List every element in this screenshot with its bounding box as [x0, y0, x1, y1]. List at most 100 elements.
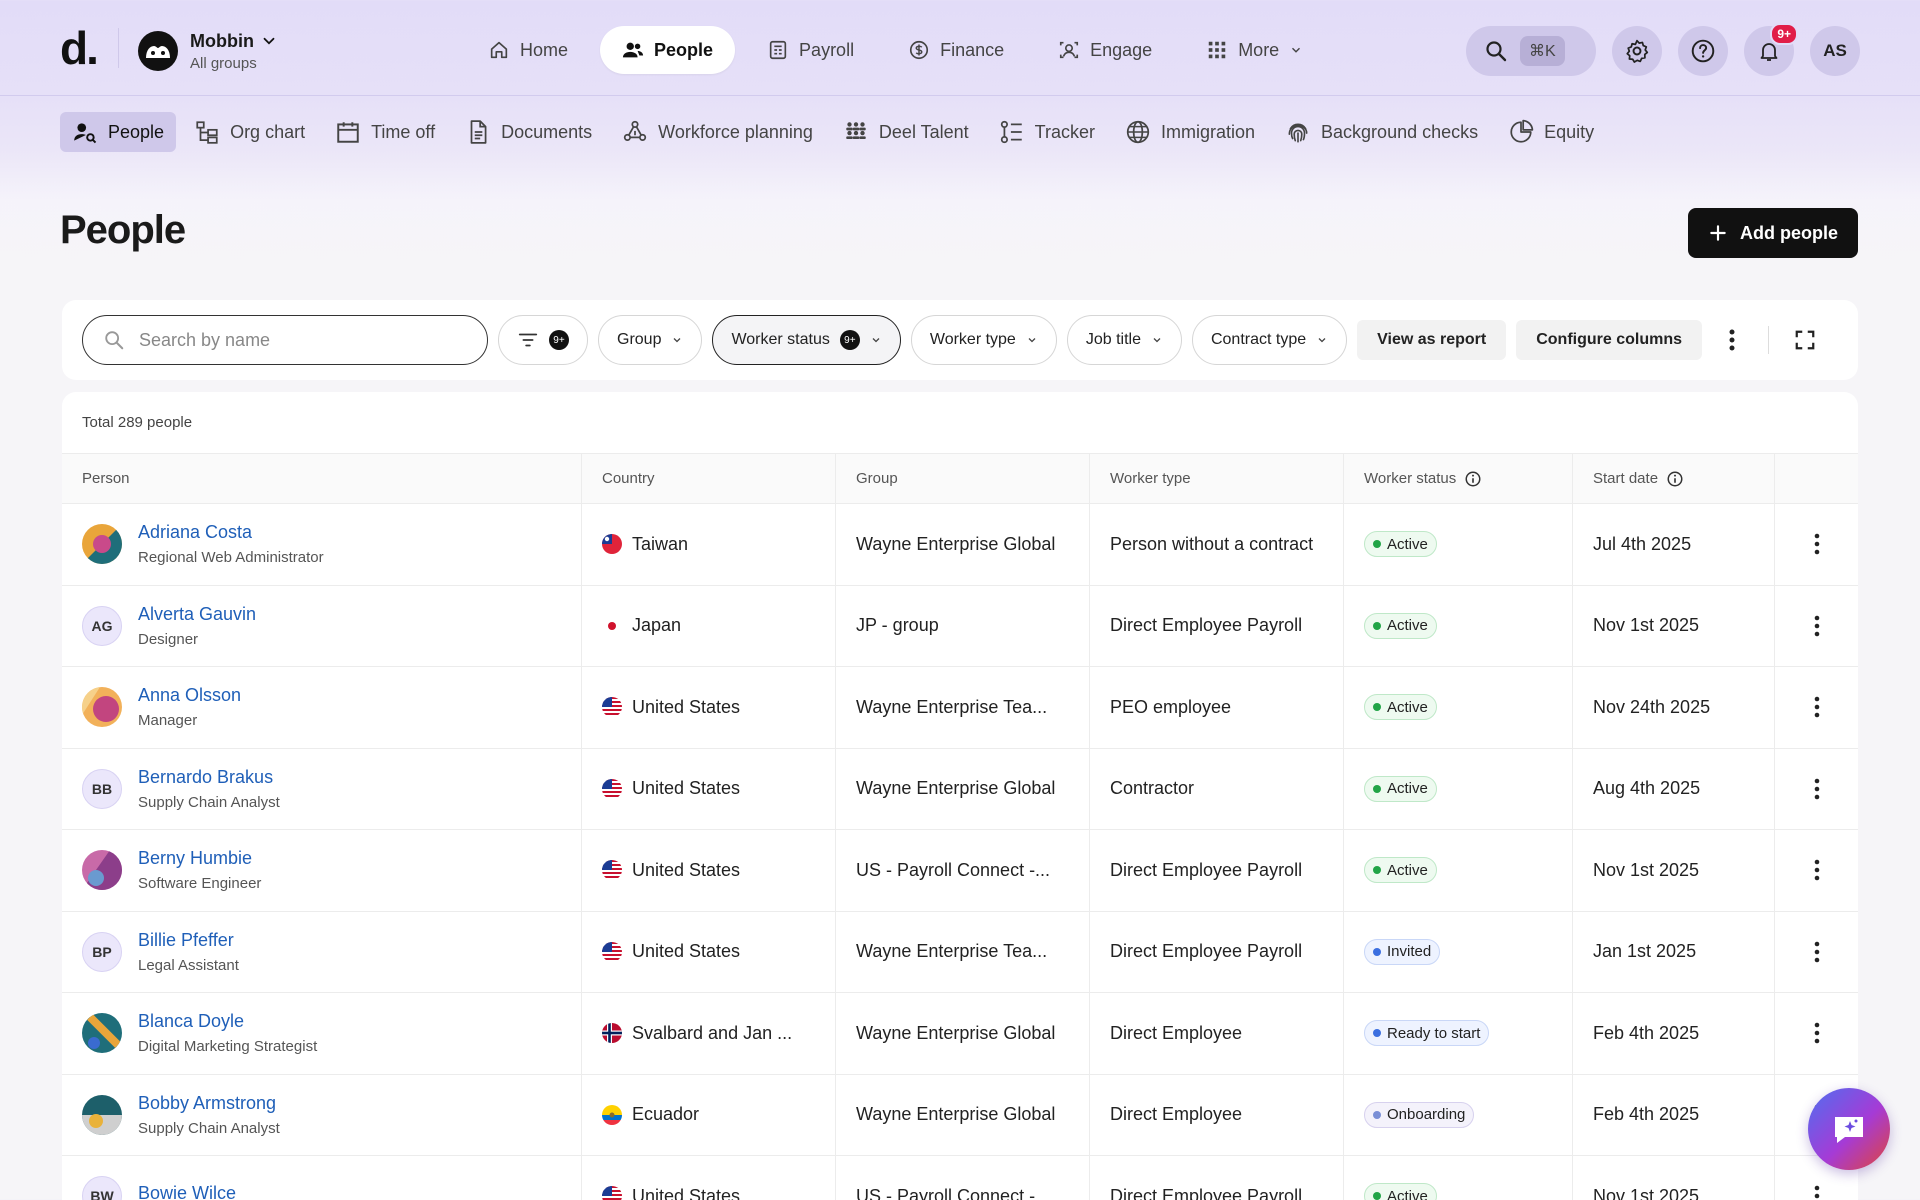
ai-assistant-button[interactable]: [1808, 1088, 1890, 1170]
avatar: [82, 1094, 122, 1135]
table-row[interactable]: BW Bowie Wilce United States US - Payrol…: [62, 1156, 1858, 1200]
subnav-documents[interactable]: Documents: [453, 112, 604, 152]
person-name-link[interactable]: Bowie Wilce: [138, 1183, 236, 1200]
column-header-country[interactable]: Country: [582, 454, 836, 503]
person-name-link[interactable]: Anna Olsson: [138, 685, 241, 706]
table-row[interactable]: Adriana Costa Regional Web Administrator…: [62, 504, 1858, 586]
table-row[interactable]: AG Alverta Gauvin Designer Japan JP - gr…: [62, 585, 1858, 667]
group-cell: Wayne Enterprise Global: [836, 748, 1090, 829]
person-job-title: Regional Web Administrator: [138, 549, 324, 567]
top-bar: d. Mobbin All groups Home People Payroll…: [0, 0, 1920, 96]
row-actions-button[interactable]: [1775, 830, 1858, 911]
worker-type-filter[interactable]: Worker type: [910, 315, 1057, 365]
status-badge: Active: [1364, 612, 1437, 639]
settings-button[interactable]: [1612, 26, 1662, 76]
subnav-time-off[interactable]: Time off: [323, 112, 447, 152]
nav-label: Engage: [1090, 39, 1153, 60]
nav-more[interactable]: More: [1184, 26, 1325, 74]
subnav-workforce-planning[interactable]: Workforce planning: [610, 112, 825, 152]
info-icon[interactable]: [1464, 470, 1482, 488]
avatar: BW: [82, 1176, 122, 1200]
row-actions-button[interactable]: [1775, 912, 1858, 993]
user-avatar-button[interactable]: AS: [1810, 26, 1860, 76]
fullscreen-button[interactable]: [1785, 320, 1825, 360]
table-row[interactable]: BB Bernardo Brakus Supply Chain Analyst …: [62, 748, 1858, 830]
contract-type-filter[interactable]: Contract type: [1191, 315, 1348, 365]
worker-status-cell: Active: [1344, 748, 1573, 829]
subnav-deel-talent[interactable]: Deel Talent: [831, 112, 981, 152]
worker-type-cell: Direct Employee Payroll: [1090, 585, 1344, 666]
subnav-label: Equity: [1544, 121, 1595, 142]
person-name-link[interactable]: Alverta Gauvin: [138, 604, 256, 625]
table-header: Person Country Group Worker type Worker …: [62, 454, 1858, 504]
help-button[interactable]: [1678, 26, 1728, 76]
table-row[interactable]: BP Billie Pfeffer Legal Assistant United…: [62, 911, 1858, 993]
nav-finance[interactable]: Finance: [886, 26, 1026, 74]
worker-status-cell: Invited: [1344, 911, 1573, 992]
subnav-immigration[interactable]: Immigration: [1113, 112, 1267, 152]
chevron-down-icon: [1151, 334, 1163, 346]
subnav-tracker[interactable]: Tracker: [987, 112, 1107, 152]
subnav-background-checks[interactable]: Background checks: [1273, 112, 1490, 152]
row-actions-button[interactable]: [1775, 749, 1858, 830]
status-badge: Invited: [1364, 938, 1441, 965]
group-cell: US - Payroll Connect -...: [836, 830, 1090, 911]
search-input[interactable]: [139, 329, 439, 351]
kebab-icon: [1814, 615, 1820, 637]
column-header-start-date[interactable]: Start date: [1573, 454, 1775, 503]
column-header-worker-type[interactable]: Worker type: [1090, 454, 1344, 503]
job-title-filter[interactable]: Job title: [1066, 315, 1182, 365]
deel-logo[interactable]: d.: [60, 24, 99, 72]
worker-type-cell: Direct Employee: [1090, 993, 1344, 1074]
info-icon[interactable]: [1666, 470, 1684, 488]
us-flag-icon: [602, 860, 622, 881]
chevron-down-icon: [671, 334, 683, 346]
person-name-link[interactable]: Berny Humbie: [138, 848, 261, 869]
table-row[interactable]: Anna Olsson Manager United States Wayne …: [62, 667, 1858, 749]
org-switcher[interactable]: Mobbin All groups: [138, 28, 278, 74]
country-cell: United States: [582, 1156, 836, 1200]
configure-columns-button[interactable]: Configure columns: [1516, 320, 1702, 360]
subnav-equity[interactable]: Equity: [1496, 112, 1606, 152]
country-cell: United States: [582, 911, 836, 992]
global-search-button[interactable]: ⌘K: [1466, 26, 1596, 76]
row-actions-button[interactable]: [1775, 586, 1858, 667]
person-name-link[interactable]: Bobby Armstrong: [138, 1093, 280, 1114]
subnav-people[interactable]: People: [60, 112, 177, 152]
person-name-link[interactable]: Adriana Costa: [138, 522, 324, 543]
worker-status-filter[interactable]: Worker status 9+: [712, 315, 901, 365]
more-options-button[interactable]: [1712, 320, 1752, 360]
kebab-icon: [1814, 859, 1820, 881]
table-row[interactable]: Berny Humbie Software Engineer United St…: [62, 830, 1858, 912]
column-label: Worker status: [1364, 470, 1457, 487]
nav-engage[interactable]: Engage: [1036, 26, 1174, 74]
search-icon: [1484, 39, 1508, 63]
table-row[interactable]: Bobby Armstrong Supply Chain Analyst Ecu…: [62, 1074, 1858, 1156]
nav-people[interactable]: People: [600, 26, 736, 74]
group-filter[interactable]: Group: [598, 315, 703, 365]
row-actions-button[interactable]: [1775, 993, 1858, 1074]
view-as-report-button[interactable]: View as report: [1357, 320, 1507, 360]
notifications-button[interactable]: 9+: [1744, 23, 1798, 76]
row-actions-button[interactable]: [1775, 504, 1858, 585]
worker-status-cell: Ready to start: [1344, 993, 1573, 1074]
person-name-link[interactable]: Billie Pfeffer: [138, 930, 239, 951]
calendar-icon: [335, 119, 361, 145]
nav-label: People: [654, 39, 714, 60]
search-field[interactable]: [82, 315, 488, 365]
row-actions-button[interactable]: [1775, 667, 1858, 748]
subnav-org-chart[interactable]: Org chart: [182, 112, 317, 152]
column-header-group[interactable]: Group: [836, 454, 1090, 503]
column-header-person[interactable]: Person: [62, 454, 582, 503]
nav-home[interactable]: Home: [466, 26, 590, 74]
nav-label: Payroll: [799, 39, 855, 60]
table-row[interactable]: Blanca Doyle Digital Marketing Strategis…: [62, 993, 1858, 1075]
total-count: Total 289 people: [62, 392, 1858, 454]
person-name-link[interactable]: Bernardo Brakus: [138, 767, 280, 788]
nav-payroll[interactable]: Payroll: [745, 26, 876, 74]
filters-button[interactable]: 9+: [498, 315, 588, 365]
us-flag-icon: [602, 778, 622, 799]
person-name-link[interactable]: Blanca Doyle: [138, 1011, 317, 1032]
column-header-worker-status[interactable]: Worker status: [1344, 454, 1573, 503]
add-people-button[interactable]: Add people: [1688, 208, 1858, 258]
